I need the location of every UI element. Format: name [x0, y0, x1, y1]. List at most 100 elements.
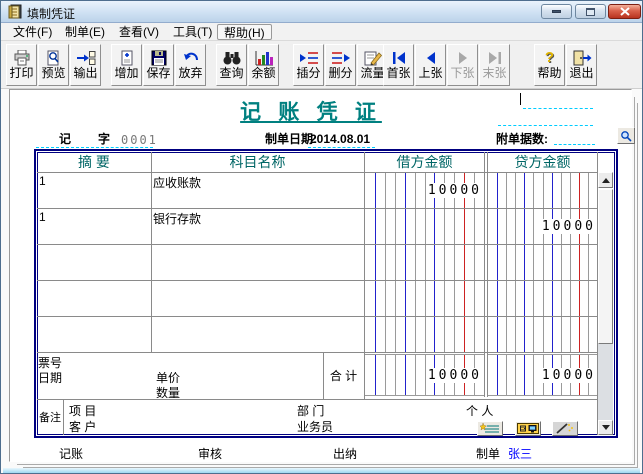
total-label: 合 计 — [323, 352, 364, 399]
bookkeeper-label: 记账 — [59, 445, 83, 462]
scrollbar-thumb[interactable] — [598, 189, 613, 344]
attach-count-label: 附单据数: — [496, 132, 548, 146]
binoculars-icon — [222, 50, 242, 66]
attach-count-input[interactable] — [554, 144, 595, 145]
menu-help[interactable]: 帮助(H) — [217, 24, 272, 40]
toolbar: 打印 预览 输出 — [1, 41, 642, 89]
first-voucher-button[interactable]: 首张 — [383, 44, 414, 86]
row-credit-cell[interactable]: 10000 — [488, 208, 595, 244]
window-title: 填制凭证 — [27, 5, 75, 22]
save-button[interactable]: 保存 — [143, 44, 174, 86]
delete-row-icon — [331, 50, 351, 66]
voucher-title: 记 账 凭 证 — [141, 96, 481, 126]
menu-make[interactable]: 制单(E) — [59, 24, 111, 40]
preparer-label: 制单 — [476, 445, 500, 462]
grid-line — [37, 244, 597, 245]
remark-label: 备注 — [37, 399, 63, 435]
discard-button[interactable]: 放弃 — [175, 44, 206, 86]
signature-icon — [480, 423, 500, 434]
customer-label: 客 户 — [69, 418, 96, 435]
signature-button[interactable] — [477, 421, 503, 436]
query-button[interactable]: 查询 — [216, 44, 247, 86]
attach-lookup-button[interactable] — [617, 127, 635, 144]
dashed-input-line[interactable] — [498, 125, 593, 126]
voucher-type-underline — [36, 147, 94, 148]
text-cursor — [520, 93, 521, 105]
header-credit: 贷方金额 — [488, 153, 597, 172]
last-page-icon — [485, 50, 505, 66]
arrow-up-icon — [602, 178, 610, 183]
prev-voucher-button[interactable]: 上张 — [415, 44, 446, 86]
next-voucher-button: 下张 — [447, 44, 478, 86]
save-icon — [149, 50, 169, 66]
voucher-type-label: 记 — [59, 132, 71, 146]
add-button[interactable]: 增加 — [111, 44, 142, 86]
total-credit-cell: 10000 — [488, 353, 595, 397]
pencil-note-icon — [363, 50, 383, 66]
window-bottom-edge — [3, 468, 640, 474]
maximize-icon — [586, 8, 595, 16]
bottom-date-label: 日期 — [38, 369, 62, 386]
exit-button[interactable]: 退出 — [566, 44, 597, 86]
project-label: 项 目 — [69, 402, 96, 419]
salesman-label: 业务员 — [297, 418, 333, 435]
menu-tools[interactable]: 工具(T) — [167, 24, 218, 40]
delete-split-button[interactable]: 删分 — [325, 44, 356, 86]
add-doc-icon — [117, 50, 137, 66]
cashier-label: 出纳 — [333, 445, 357, 462]
menu-view[interactable]: 查看(V) — [113, 24, 165, 40]
minimize-button[interactable] — [541, 4, 572, 19]
help-icon: ? — [540, 50, 560, 66]
balance-button[interactable]: 余额 — [248, 44, 279, 86]
date-underline — [308, 147, 375, 148]
voucher-number-underline — [96, 147, 153, 148]
close-icon — [620, 7, 630, 16]
quantity-label: 数量 — [156, 384, 180, 401]
export-button[interactable]: 输出 — [70, 44, 101, 86]
doc-link-icon — [517, 423, 539, 434]
maximize-button[interactable] — [575, 4, 606, 19]
row-summary-cell[interactable]: 1 — [39, 174, 46, 188]
scrollbar-track[interactable] — [598, 344, 613, 420]
total-debit-cell: 10000 — [365, 353, 481, 397]
doc-link-button[interactable] — [515, 421, 541, 436]
wand-button[interactable] — [552, 421, 578, 436]
row-summary-cell[interactable]: 1 — [39, 210, 46, 224]
preview-button[interactable]: 预览 — [38, 44, 69, 86]
grid-line — [484, 152, 485, 397]
row-account-cell[interactable]: 应收账款 — [153, 174, 201, 191]
insert-split-button[interactable]: 插分 — [293, 44, 324, 86]
row-debit-cell[interactable]: 10000 — [365, 172, 481, 208]
paper-stack-line — [637, 103, 638, 468]
voucher-word-label: 字 — [98, 132, 110, 146]
grid-line — [37, 399, 597, 400]
dashed-input-line[interactable] — [523, 108, 593, 109]
paper-stack-line — [634, 97, 635, 465]
prev-page-icon — [421, 50, 441, 66]
grid-line — [37, 172, 597, 173]
printer-icon — [12, 50, 32, 66]
menu-file[interactable]: 文件(F) — [7, 24, 58, 40]
app-ledger-icon — [7, 4, 23, 20]
arrow-down-icon — [602, 425, 610, 430]
paper-stack-line — [17, 464, 634, 465]
insert-row-icon — [299, 50, 319, 66]
export-icon — [76, 50, 96, 66]
auditor-label: 审核 — [198, 445, 222, 462]
row-account-cell[interactable]: 银行存款 — [153, 210, 201, 227]
magnifier-icon — [620, 130, 632, 142]
exit-door-icon — [572, 50, 592, 66]
scroll-down-button[interactable] — [598, 420, 613, 435]
print-button[interactable]: 打印 — [6, 44, 37, 86]
help-button[interactable]: ? 帮助 — [534, 44, 565, 86]
grid-line — [63, 399, 64, 435]
date-value[interactable]: 2014.08.01 — [310, 132, 370, 146]
close-button[interactable] — [608, 4, 641, 19]
minimize-icon — [552, 10, 561, 13]
last-voucher-button: 末张 — [479, 44, 510, 86]
department-label: 部 门 — [297, 402, 324, 419]
voucher-number[interactable]: 0001 — [121, 133, 158, 147]
scroll-up-button[interactable] — [598, 172, 613, 188]
header-summary: 摘 要 — [37, 153, 151, 172]
app-window: 填制凭证 文件(F) 制单(E) 查看(V) 工具(T) 帮助(H) 打印 — [0, 0, 643, 474]
